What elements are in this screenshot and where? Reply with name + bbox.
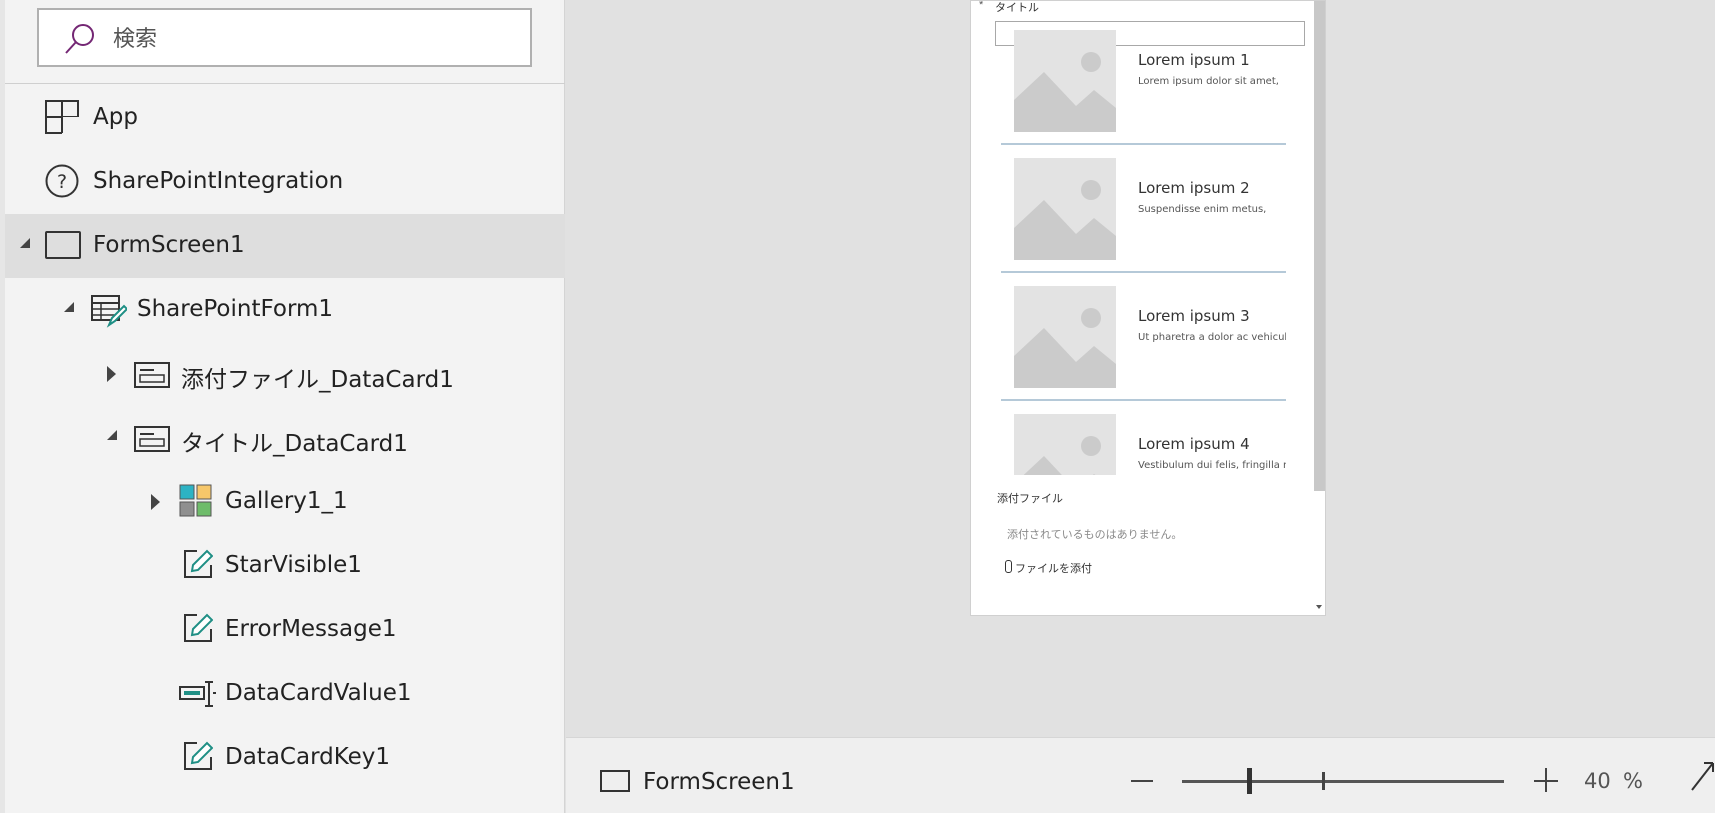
zoom-slider-thumb[interactable] bbox=[1247, 768, 1252, 794]
attach-file-link[interactable]: ファイルを添付 bbox=[1005, 560, 1092, 576]
tree-item-label: ErrorMessage1 bbox=[225, 616, 397, 642]
chevron-right-icon[interactable] bbox=[107, 366, 116, 382]
image-placeholder-icon bbox=[1014, 286, 1116, 388]
text-input-icon bbox=[179, 680, 217, 713]
paperclip-icon bbox=[1005, 560, 1012, 573]
tree-item-formscreen1[interactable]: FormScreen1 bbox=[5, 214, 565, 278]
tree-divider bbox=[5, 83, 565, 84]
attachments-empty-text: 添付されているものはありません。 bbox=[1007, 528, 1183, 541]
screen-icon bbox=[45, 231, 81, 264]
screen-icon bbox=[600, 770, 630, 792]
tree-view-panel: App ? SharePointIntegration FormScreen1 bbox=[0, 0, 565, 813]
search-box[interactable] bbox=[37, 8, 532, 67]
gallery-item[interactable]: Lorem ipsum 4 Vestibulum dui felis, frin… bbox=[1001, 401, 1286, 475]
preview-scrollbar[interactable] bbox=[1314, 1, 1325, 491]
gallery-item[interactable]: Lorem ipsum 1 Lorem ipsum dolor sit amet… bbox=[1001, 17, 1286, 145]
chevron-expanded-icon[interactable] bbox=[20, 238, 30, 248]
edit-label-icon bbox=[183, 549, 214, 584]
gallery-item[interactable]: Lorem ipsum 3 Ut pharetra a dolor ac veh… bbox=[1001, 273, 1286, 401]
zoom-unit: % bbox=[1623, 769, 1643, 793]
image-placeholder-icon bbox=[1014, 30, 1116, 132]
svg-text:?: ? bbox=[57, 171, 67, 193]
tree-item-gallery[interactable]: Gallery1_1 bbox=[5, 470, 565, 534]
tree-item-sharepointintegration[interactable]: ? SharePointIntegration bbox=[5, 150, 565, 214]
tree-item-label: SharePointIntegration bbox=[93, 168, 344, 194]
gallery[interactable]: Lorem ipsum 1 Lorem ipsum dolor sit amet… bbox=[1001, 17, 1286, 475]
gallery-item[interactable]: Lorem ipsum 2 Suspendisse enim metus, bbox=[1001, 145, 1286, 273]
scroll-down-arrow-icon[interactable] bbox=[1316, 605, 1322, 609]
search-icon bbox=[65, 24, 94, 54]
chevron-expanded-icon[interactable] bbox=[64, 302, 74, 312]
help-circle-icon: ? bbox=[45, 164, 79, 203]
search-input[interactable] bbox=[111, 20, 515, 58]
tree-item-label: 添付ファイル_DataCard1 bbox=[181, 367, 454, 393]
gallery-item-subtitle: Ut pharetra a dolor ac vehicula. bbox=[1138, 332, 1286, 343]
image-placeholder-icon bbox=[1014, 158, 1116, 260]
chevron-right-icon[interactable] bbox=[151, 494, 160, 510]
image-placeholder-icon bbox=[1014, 414, 1116, 475]
zoom-value[interactable]: 40 bbox=[1584, 769, 1611, 793]
edit-label-icon bbox=[183, 613, 214, 648]
title-field-label: タイトル bbox=[995, 1, 1039, 14]
app-icon bbox=[45, 100, 79, 139]
gallery-icon bbox=[179, 484, 213, 523]
zoom-out-button[interactable] bbox=[1131, 780, 1153, 782]
datacard-icon bbox=[134, 362, 170, 393]
gallery-item-subtitle: Vestibulum dui felis, fringilla nec bbox=[1138, 460, 1286, 471]
datacard-icon bbox=[134, 426, 170, 457]
gallery-item-subtitle: Lorem ipsum dolor sit amet, bbox=[1138, 76, 1279, 87]
tree-item-sharepointform1[interactable]: SharePointForm1 bbox=[5, 278, 565, 342]
required-star: * bbox=[979, 0, 984, 11]
zoom-slider[interactable] bbox=[1182, 780, 1504, 783]
current-screen-name[interactable]: FormScreen1 bbox=[643, 769, 795, 795]
tree-item-errormessage[interactable]: ErrorMessage1 bbox=[5, 598, 565, 662]
form-preview-canvas[interactable]: * タイトル Lorem ipsum 1 Lorem ipsum dolor s… bbox=[970, 0, 1326, 616]
attachments-label: 添付ファイル bbox=[997, 492, 1063, 505]
gallery-item-title: Lorem ipsum 2 bbox=[1138, 179, 1250, 197]
tree-item-label: FormScreen1 bbox=[93, 232, 245, 258]
tree-item-datacardkey[interactable]: DataCardKey1 bbox=[5, 726, 565, 790]
tree-item-label: App bbox=[93, 104, 138, 130]
tree-item-app[interactable]: App bbox=[5, 86, 565, 150]
tree-item-label: DataCardKey1 bbox=[225, 744, 391, 770]
tree-item-label: Gallery1_1 bbox=[225, 488, 348, 514]
tree-item-label: タイトル_DataCard1 bbox=[181, 431, 408, 457]
gallery-item-title: Lorem ipsum 1 bbox=[1138, 51, 1250, 69]
tree-item-title-datacard[interactable]: タイトル_DataCard1 bbox=[5, 406, 565, 470]
edit-label-icon bbox=[183, 741, 214, 776]
tree-item-datacardvalue[interactable]: DataCardValue1 bbox=[5, 662, 565, 726]
gallery-item-title: Lorem ipsum 4 bbox=[1138, 435, 1250, 453]
tree-item-attachments-datacard[interactable]: 添付ファイル_DataCard1 bbox=[5, 342, 565, 406]
status-bar: FormScreen1 40 % bbox=[566, 737, 1715, 813]
edit-form-icon bbox=[91, 294, 129, 333]
zoom-in-button[interactable] bbox=[1534, 768, 1560, 794]
fit-to-window-icon[interactable] bbox=[1690, 760, 1714, 792]
tree-item-label: StarVisible1 bbox=[225, 552, 362, 578]
tree-item-label: DataCardValue1 bbox=[225, 680, 412, 706]
attach-file-label: ファイルを添付 bbox=[1015, 562, 1092, 575]
zoom-slider-default-tick bbox=[1322, 772, 1325, 790]
gallery-item-subtitle: Suspendisse enim metus, bbox=[1138, 204, 1267, 215]
gallery-item-title: Lorem ipsum 3 bbox=[1138, 307, 1250, 325]
chevron-expanded-icon[interactable] bbox=[107, 430, 117, 440]
tree-item-starvisible[interactable]: StarVisible1 bbox=[5, 534, 565, 598]
tree-item-label: SharePointForm1 bbox=[137, 296, 334, 322]
